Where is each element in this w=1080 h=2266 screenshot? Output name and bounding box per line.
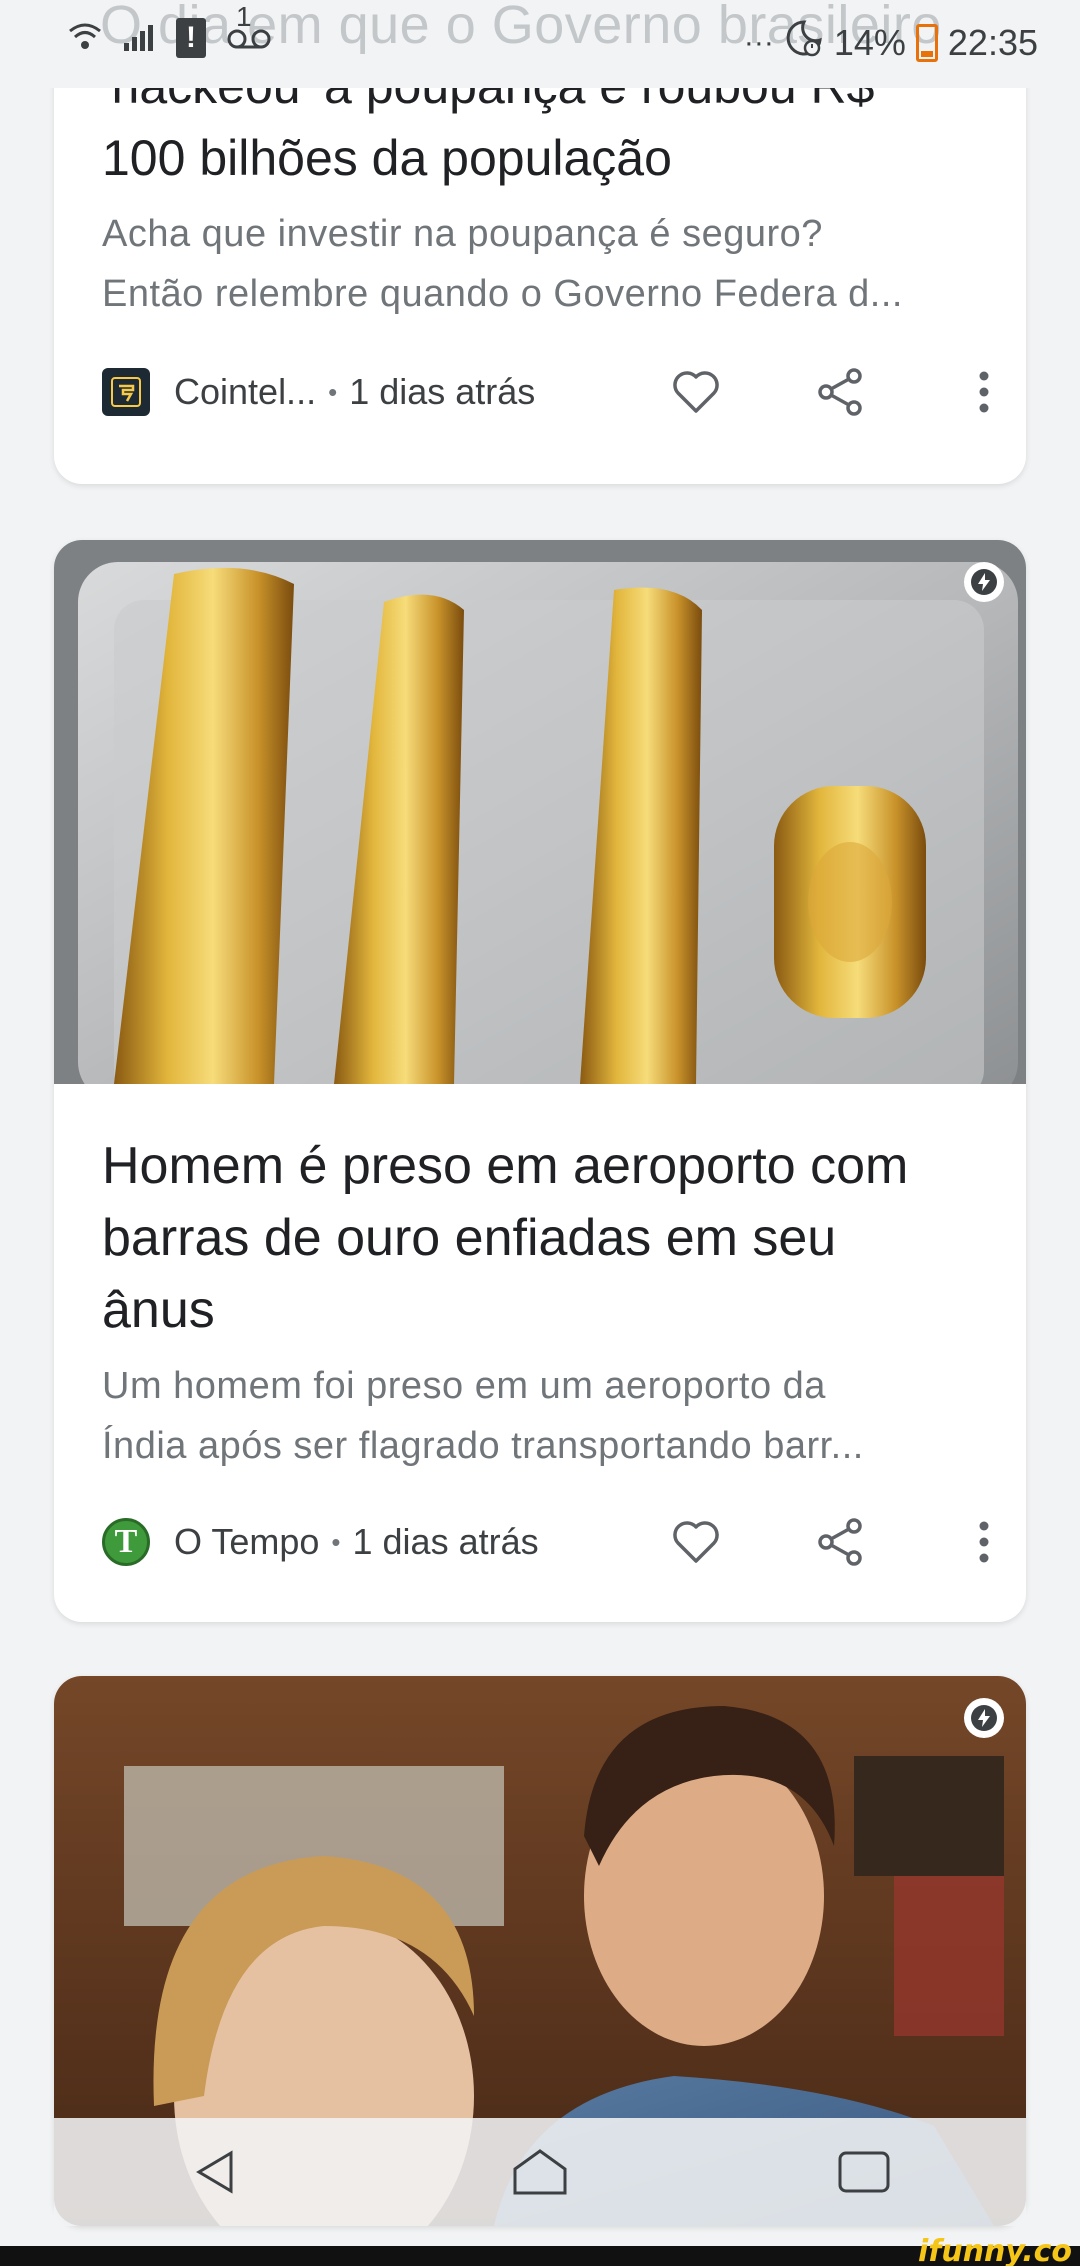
system-nav-bar — [54, 2118, 1026, 2226]
source-logo-letter: T — [114, 1523, 138, 1560]
source-name[interactable]: Cointel... — [174, 371, 316, 413]
meta-separator: • — [328, 376, 338, 407]
snippet-line: Um homem foi preso em um aeroporto da — [102, 1365, 826, 1407]
status-bar: O dia em que o Governo brasileiro ! 1 ··… — [0, 0, 1080, 88]
headline-line: 100 bilhões da população — [102, 130, 672, 186]
heart-icon — [673, 371, 719, 413]
snippet-line: Índia após ser flagrado transportando ba… — [102, 1425, 864, 1467]
more-options-button[interactable] — [954, 362, 1014, 422]
headline-line: barras de ouro enfiadas em seu — [102, 1209, 837, 1267]
battery-percent: 14% — [833, 21, 906, 63]
home-button[interactable] — [505, 2137, 575, 2207]
dots-icon: ··· — [743, 25, 774, 59]
lightning-bolt-icon — [971, 1705, 997, 1731]
meta-separator: • — [331, 1526, 341, 1557]
headline-line: Homem é preso em aeroporto com — [102, 1137, 909, 1195]
publish-time: 1 dias atrás — [352, 1521, 539, 1562]
share-icon — [818, 1518, 862, 1566]
o-tempo-logo-icon: T — [102, 1518, 150, 1566]
source-name[interactable]: O Tempo — [174, 1521, 319, 1563]
heart-icon — [673, 1521, 719, 1563]
share-button[interactable] — [810, 1512, 870, 1572]
notification-count: 1 — [236, 0, 252, 32]
news-card-2[interactable]: Homem é preso em aeroporto com barras de… — [54, 540, 1026, 1622]
snippet-line: Acha que investir na poupança é seguro? — [102, 213, 823, 255]
cointelegraph-logo-icon — [102, 368, 150, 416]
back-button[interactable] — [181, 2137, 251, 2207]
card-snippet: Acha que investir na poupança é seguro? … — [102, 204, 978, 324]
recents-button[interactable] — [829, 2137, 899, 2207]
back-triangle-icon — [196, 2150, 233, 2194]
more-options-button[interactable] — [954, 1512, 1014, 1572]
status-left-icons: ! 1 — [68, 1, 272, 58]
battery-icon — [915, 23, 938, 62]
alert-icon: ! — [176, 18, 206, 58]
headline-line: ânus — [102, 1281, 215, 1339]
card-snippet: Um homem foi preso em um aeroporto da Ín… — [102, 1356, 978, 1476]
share-icon — [818, 368, 862, 416]
more-vert-icon — [979, 1521, 989, 1563]
voicemail-icon: 1 — [226, 1, 272, 58]
publish-time: 1 dias atrás — [349, 371, 536, 412]
signal-icon — [122, 19, 156, 58]
amp-badge — [964, 1698, 1004, 1738]
card-headline[interactable]: Homem é preso em aeroporto com barras de… — [102, 1130, 978, 1346]
status-right-icons: ··· 14% 22:35 — [744, 18, 1038, 67]
gold-bars-photo[interactable] — [54, 540, 1026, 1084]
recents-icon — [838, 2151, 890, 2193]
like-button[interactable] — [666, 1512, 726, 1572]
ifunny-watermark: ifunny.co — [918, 2234, 1072, 2266]
lightning-bolt-icon — [971, 569, 997, 595]
amp-badge — [964, 562, 1004, 602]
wifi-icon — [68, 19, 102, 58]
like-button[interactable] — [666, 362, 726, 422]
alarm-icon — [784, 18, 824, 67]
more-vert-icon — [979, 371, 989, 413]
share-button[interactable] — [810, 362, 870, 422]
snippet-line: Então relembre quando o Governo Federa d… — [102, 273, 903, 315]
home-icon — [513, 2149, 567, 2195]
status-time: 22:35 — [947, 21, 1038, 63]
